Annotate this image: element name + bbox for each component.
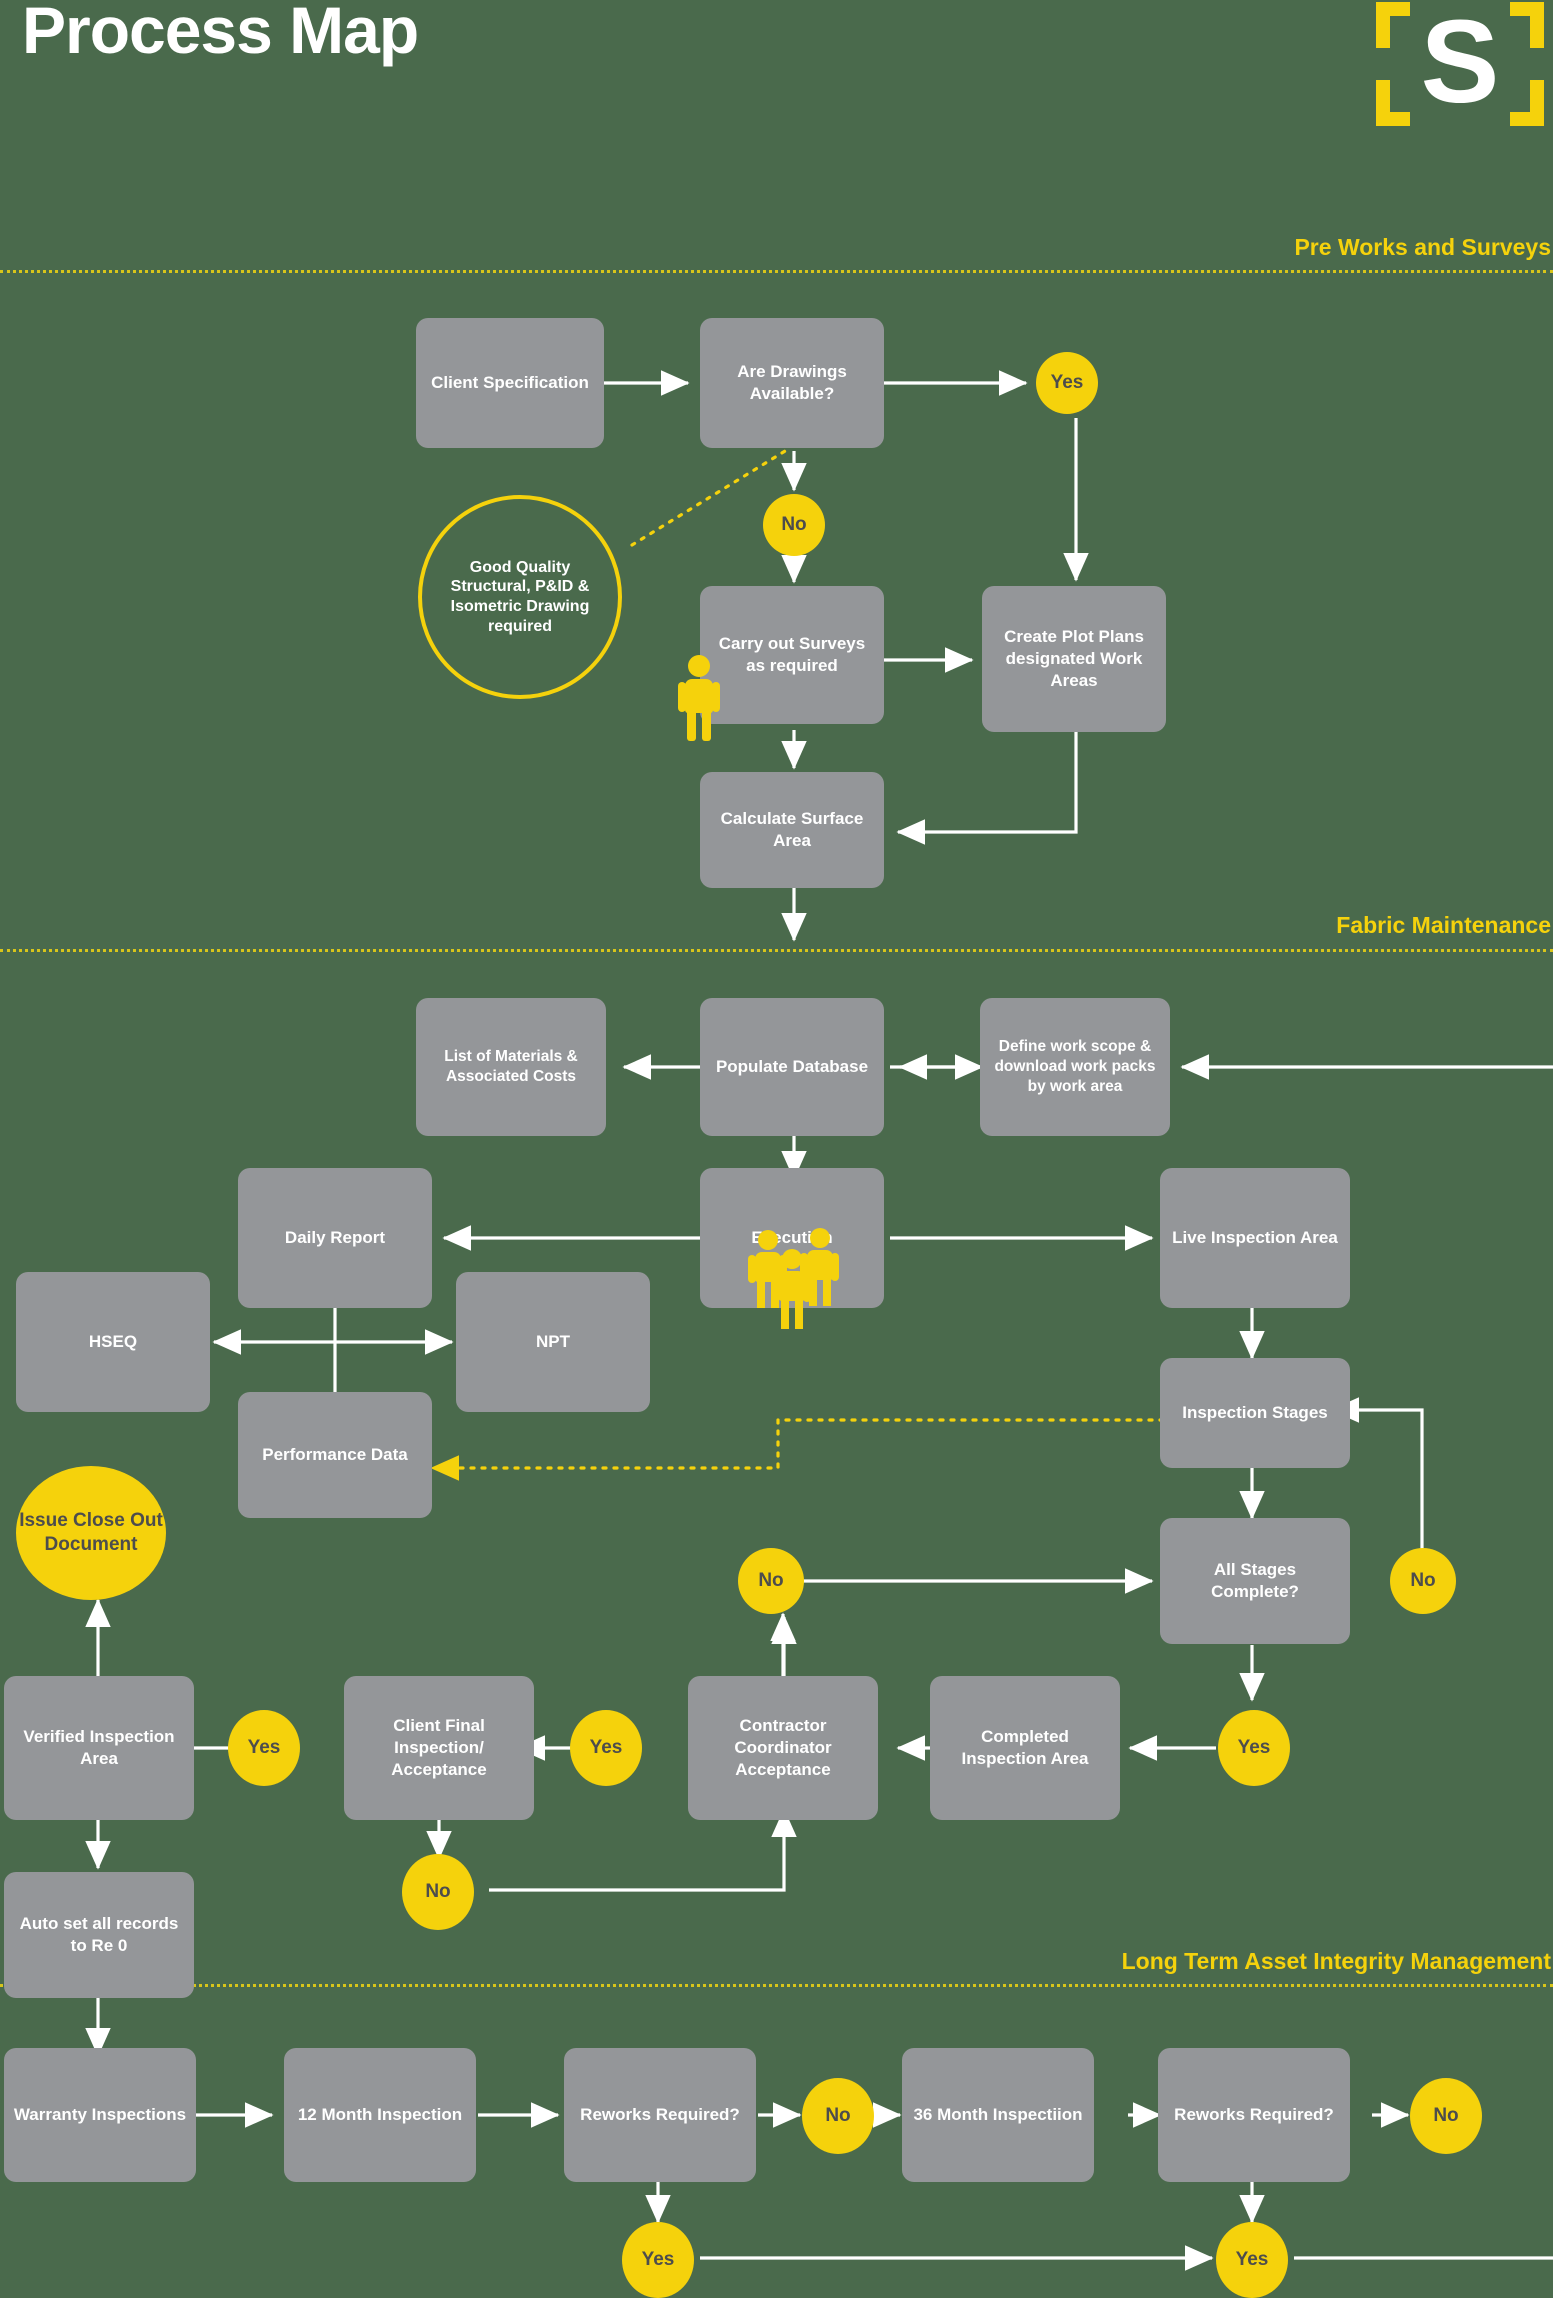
decision-no-reworks-1[interactable]: No (802, 2078, 874, 2154)
process-map-canvas: Process Map S Pre Works and Surveys Fabr… (0, 0, 1553, 2298)
node-inspection-stages[interactable]: Inspection Stages (1160, 1358, 1350, 1468)
band-rule-fabric-maintenance (0, 949, 1553, 952)
decision-no-reworks-2[interactable]: No (1410, 2078, 1482, 2154)
decision-yes-drawings[interactable]: Yes (1036, 352, 1098, 414)
band-label-fabric-maintenance: Fabric Maintenance (1336, 912, 1551, 938)
node-performance-data[interactable]: Performance Data (238, 1392, 432, 1518)
node-contractor-coordinator[interactable]: Contractor Coordinator Acceptance (688, 1676, 878, 1820)
node-12-month-inspection[interactable]: 12 Month Inspection (284, 2048, 476, 2182)
page-title: Process Map (22, 0, 419, 67)
node-live-inspection-area[interactable]: Live Inspection Area (1160, 1168, 1350, 1308)
person-icon-crew-right (800, 1228, 839, 1306)
node-auto-set-records[interactable]: Auto set all records to Re 0 (4, 1872, 194, 1998)
decision-no-stages-left[interactable]: No (738, 1548, 804, 1614)
node-populate-database[interactable]: Populate Database (700, 998, 884, 1136)
node-reworks-required-2[interactable]: Reworks Required? (1158, 2048, 1350, 2182)
node-define-work-scope[interactable]: Define work scope & download work packs … (980, 998, 1170, 1136)
decision-no-stages-right[interactable]: No (1390, 1548, 1456, 1614)
decision-yes-contractor[interactable]: Yes (570, 1710, 642, 1786)
person-icon-surveyor (676, 655, 720, 741)
band-rule-long-term (0, 1984, 1553, 1987)
node-all-stages-complete[interactable]: All Stages Complete? (1160, 1518, 1350, 1644)
band-label-long-term: Long Term Asset Integrity Management (1121, 1948, 1551, 1974)
logo-letter: S (1420, 0, 1500, 128)
node-client-final-inspection[interactable]: Client Final Inspection/ Acceptance (344, 1676, 534, 1820)
node-completed-inspection-area[interactable]: Completed Inspection Area (930, 1676, 1120, 1820)
node-are-drawings-available[interactable]: Are Drawings Available? (700, 318, 884, 448)
node-create-plot-plans[interactable]: Create Plot Plans designated Work Areas (982, 586, 1166, 732)
node-hseq[interactable]: HSEQ (16, 1272, 210, 1412)
terminal-issue-close-out[interactable]: Issue Close Out Document (16, 1466, 166, 1600)
node-calculate-surface-area[interactable]: Calculate Surface Area (700, 772, 884, 888)
node-list-of-materials[interactable]: List of Materials & Associated Costs (416, 998, 606, 1136)
decision-no-drawings[interactable]: No (763, 494, 825, 556)
node-daily-report[interactable]: Daily Report (238, 1168, 432, 1308)
band-label-pre-works: Pre Works and Surveys (1294, 234, 1551, 260)
decision-no-client-final[interactable]: No (402, 1854, 474, 1930)
note-good-quality-drawings: Good Quality Structural, P&ID & Isometri… (418, 495, 622, 699)
decision-yes-client-final[interactable]: Yes (228, 1710, 300, 1786)
company-logo: S (1376, 0, 1544, 128)
node-carry-out-surveys[interactable]: Carry out Surveys as required (700, 586, 884, 724)
decision-yes-all-stages[interactable]: Yes (1218, 1710, 1290, 1786)
node-warranty-inspections[interactable]: Warranty Inspections (4, 2048, 196, 2182)
node-npt[interactable]: NPT (456, 1272, 650, 1412)
node-client-specification[interactable]: Client Specification (416, 318, 604, 448)
decision-yes-reworks-1[interactable]: Yes (622, 2222, 694, 2298)
node-reworks-required-1[interactable]: Reworks Required? (564, 2048, 756, 2182)
decision-yes-reworks-2[interactable]: Yes (1216, 2222, 1288, 2298)
node-36-month-inspection[interactable]: 36 Month Inspectiion (902, 2048, 1094, 2182)
node-verified-inspection-area[interactable]: Verified Inspection Area (4, 1676, 194, 1820)
band-rule-pre-works (0, 270, 1553, 273)
